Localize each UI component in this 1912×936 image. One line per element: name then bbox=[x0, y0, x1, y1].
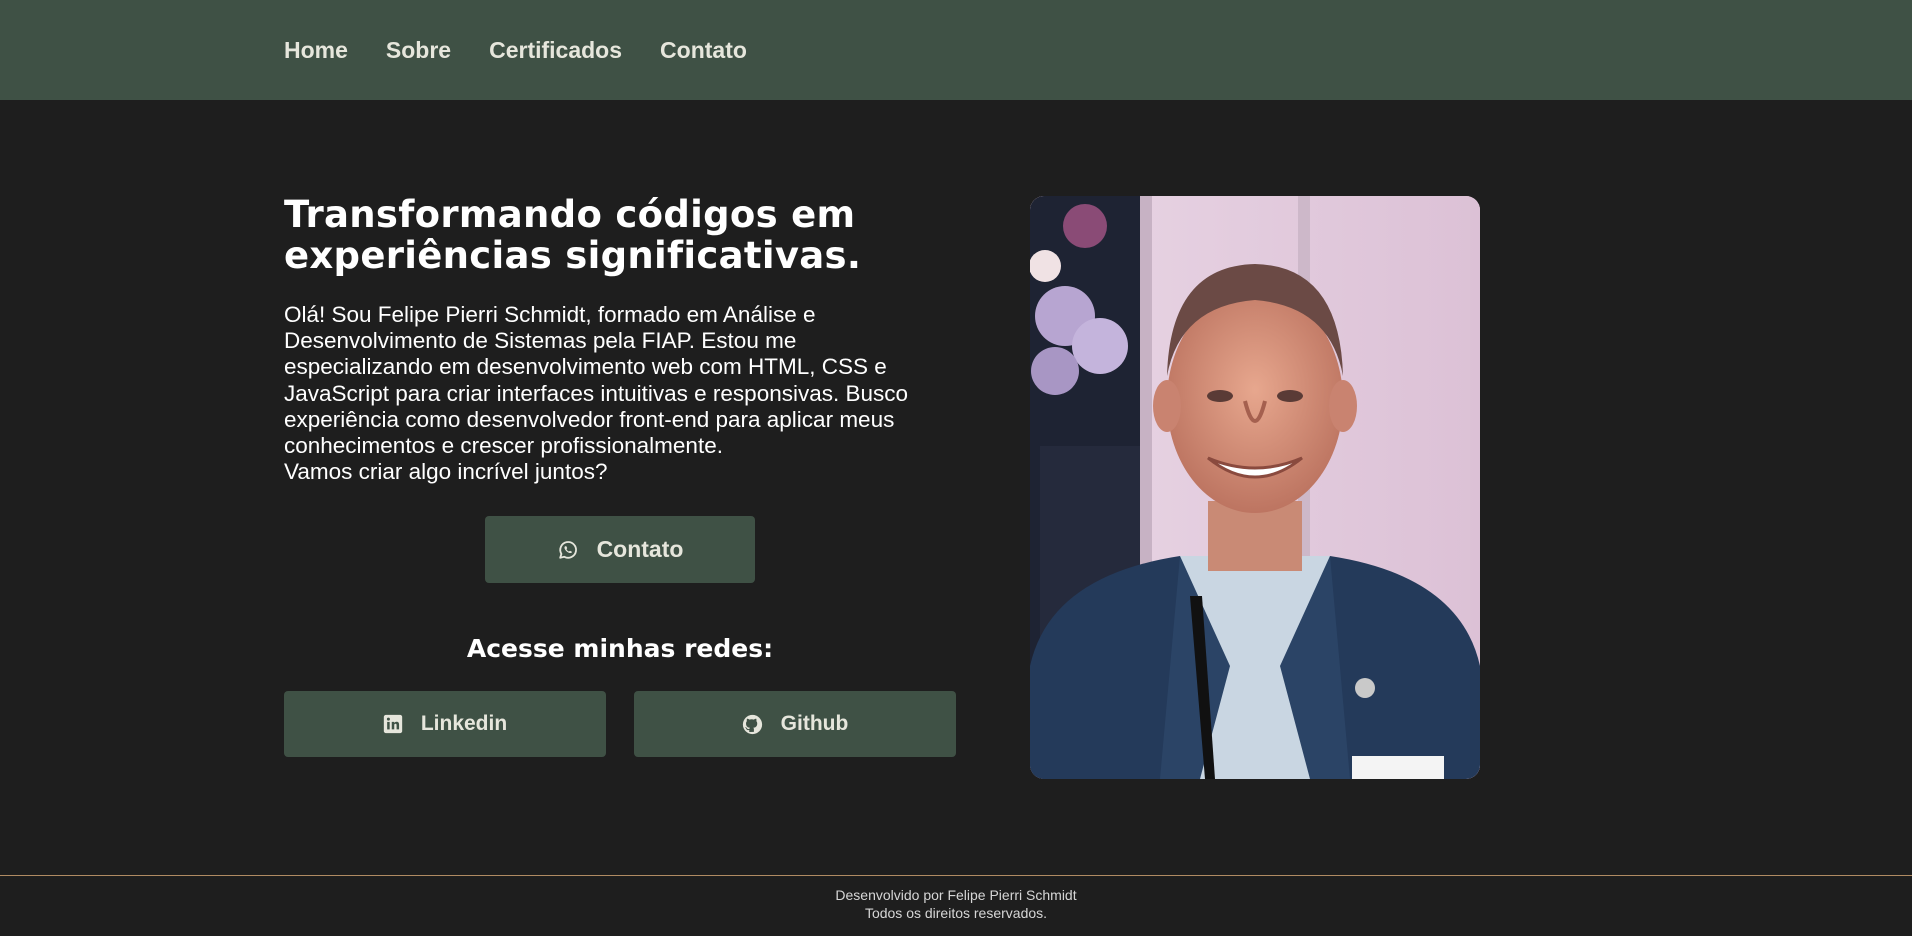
intro-line: experiência como desenvolvedor front-end… bbox=[284, 406, 895, 432]
github-icon bbox=[742, 714, 763, 735]
nav-home-link[interactable]: Home bbox=[284, 37, 348, 64]
intro-line: Olá! Sou Felipe Pierri Schmidt, formado … bbox=[284, 302, 816, 327]
top-navbar: Home Sobre Certificados Contato bbox=[0, 0, 1912, 100]
nav-contato-link[interactable]: Contato bbox=[660, 37, 747, 64]
profile-photo bbox=[1030, 196, 1480, 779]
linkedin-button-label: Linkedin bbox=[420, 712, 508, 735]
intro-line: Desenvolvimento de Sistemas pela FIAP. E… bbox=[284, 328, 797, 354]
github-button-label: Github bbox=[780, 712, 849, 735]
page-footer: Desenvolvido por Felipe Pierri Schmidt T… bbox=[0, 875, 1912, 936]
main-nav: Home Sobre Certificados Contato bbox=[284, 0, 747, 100]
footer-credit: Desenvolvido por Felipe Pierri Schmidt bbox=[835, 887, 1077, 903]
linkedin-button[interactable]: Linkedin bbox=[284, 691, 606, 757]
footer-rights: Todos os direitos reservados. bbox=[864, 905, 1048, 921]
headline-line-2: experiências significativas. bbox=[284, 234, 862, 277]
headline-line-1: Transformando códigos em bbox=[284, 193, 856, 236]
intro-line: especializando em desenvolvimento web co… bbox=[284, 354, 887, 380]
linkedin-icon bbox=[383, 714, 403, 734]
intro-line: Vamos criar algo incrível juntos? bbox=[284, 459, 608, 485]
nav-certificados-link[interactable]: Certificados bbox=[489, 37, 622, 64]
contact-whatsapp-button[interactable]: Contato bbox=[485, 516, 755, 583]
github-button[interactable]: Github bbox=[634, 691, 956, 757]
whatsapp-icon bbox=[557, 539, 579, 561]
hero-intro-text: Olá! Sou Felipe Pierri Schmidt, formado … bbox=[284, 302, 984, 485]
contact-button-label: Contato bbox=[596, 536, 684, 562]
intro-line: JavaScript para criar interfaces intuiti… bbox=[284, 380, 909, 406]
networks-heading: Acesse minhas redes: bbox=[466, 634, 774, 663]
hero-headline: Transformando códigos em experiências si… bbox=[284, 194, 984, 276]
intro-line: conhecimentos e crescer profissionalment… bbox=[284, 433, 723, 459]
nav-sobre-link[interactable]: Sobre bbox=[386, 37, 451, 64]
